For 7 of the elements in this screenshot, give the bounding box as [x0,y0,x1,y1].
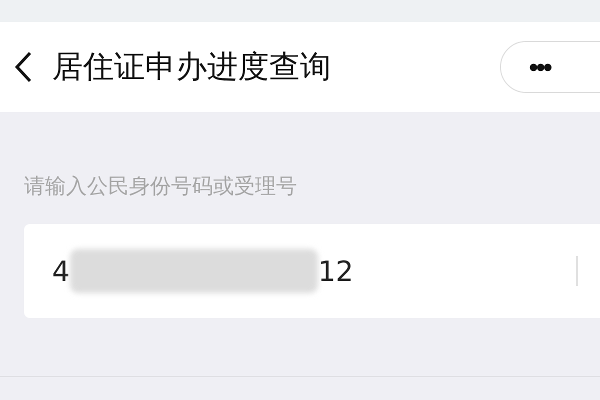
back-icon[interactable] [14,51,32,83]
field-label: 请输入公民身份号码或受理号 [24,173,298,200]
field-value: 12 [318,254,354,288]
field-value: 4 [52,254,70,288]
id-number-field[interactable]: 4 12 [24,224,600,318]
page-title: 居住证申办进度查询 [52,48,332,87]
more-button[interactable]: ••• [529,52,550,82]
